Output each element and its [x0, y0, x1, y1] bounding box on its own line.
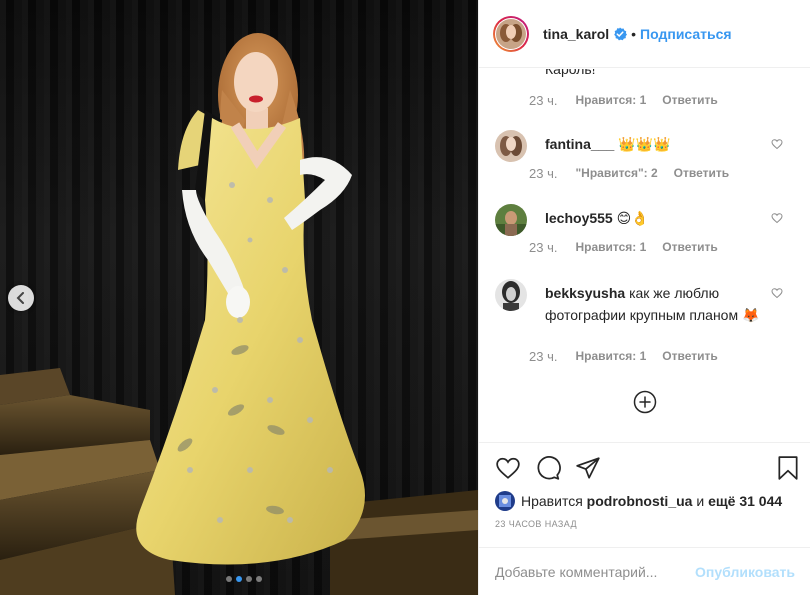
follow-button[interactable]: Подписаться [640, 26, 732, 42]
liked-conj: и [696, 493, 705, 509]
comment-time: 23 ч. [529, 166, 558, 181]
comment-text: 😊👌 [616, 210, 649, 226]
post-comment-button[interactable]: Опубликовать [695, 564, 795, 580]
comment-time: 23 ч. [529, 349, 558, 364]
author-username[interactable]: tina_karol [543, 26, 609, 42]
comment-likes[interactable]: Нравится: 1 [575, 349, 646, 364]
liked-by: Нравится podrobnosti_ua и ещё 31 044 [495, 491, 782, 511]
comment-username[interactable]: bekksyusha [545, 285, 625, 301]
comment-reply-button[interactable]: Ответить [662, 240, 717, 255]
heart-icon[interactable] [771, 212, 783, 224]
comment-likes[interactable]: Нравится: 1 [575, 240, 646, 255]
carousel-dot [226, 576, 232, 582]
author-avatar[interactable] [493, 15, 529, 52]
comment-meta: 23 ч. Нравится: 1 Ответить [529, 93, 718, 108]
post-side-panel: tina_karol • Подписаться Кароль! 23 ч. Н… [478, 0, 810, 595]
comment-meta: 23 ч. "Нравится": 2 Ответить [529, 166, 729, 181]
comment-body: lechoy555 😊👌 [545, 207, 765, 229]
comment-likes[interactable]: "Нравится": 2 [575, 166, 657, 181]
comment-meta: 23 ч. Нравится: 1 Ответить [529, 349, 718, 364]
verified-icon [614, 27, 628, 40]
avatar[interactable] [495, 204, 527, 236]
carousel-dot-active [236, 576, 242, 582]
liked-prefix: Нравится [521, 493, 583, 509]
bookmark-icon[interactable] [775, 455, 801, 481]
carousel-dot [256, 576, 262, 582]
comment-username[interactable]: fantina___ [545, 136, 614, 152]
liked-username[interactable]: podrobnosti_ua [587, 493, 693, 509]
avatar[interactable] [495, 491, 515, 511]
post-actions [479, 442, 810, 486]
carousel-prev-button[interactable] [8, 285, 34, 311]
avatar-image [495, 130, 527, 162]
avatar-image [495, 491, 515, 511]
heart-icon[interactable] [771, 287, 783, 299]
plus-circle-icon[interactable] [633, 390, 657, 414]
carousel-dots [226, 576, 262, 582]
comments-list[interactable]: Кароль! 23 ч. Нравится: 1 Ответить fanti… [479, 69, 810, 441]
comment-body: bekksyusha как же люблю фотографии крупн… [545, 282, 765, 326]
avatar[interactable] [495, 130, 527, 162]
heart-icon[interactable] [495, 455, 521, 481]
comment-composer: Опубликовать [479, 547, 810, 595]
comment-time: 23 ч. [529, 93, 558, 108]
partial-comment-text: Кароль! [545, 69, 596, 77]
header-separator: • [631, 25, 637, 42]
comment-reply-button[interactable]: Ответить [662, 93, 717, 108]
avatar-image [495, 204, 527, 236]
comment-reply-button[interactable]: Ответить [662, 349, 717, 364]
chevron-left-icon [16, 292, 24, 304]
share-icon[interactable] [575, 455, 601, 481]
carousel-dot [246, 576, 252, 582]
liked-count[interactable]: ещё 31 044 [708, 493, 782, 509]
comment-username[interactable]: lechoy555 [545, 210, 613, 226]
comment-meta: 23 ч. Нравится: 1 Ответить [529, 240, 718, 255]
post-photo[interactable] [0, 0, 478, 595]
comment-body: fantina___ 👑👑👑 [545, 133, 765, 155]
avatar-image [495, 279, 527, 311]
comment-time: 23 ч. [529, 240, 558, 255]
post-timestamp[interactable]: 23 часов назад [495, 519, 577, 529]
avatar[interactable] [495, 279, 527, 311]
comment-icon[interactable] [535, 455, 561, 481]
post-header: tina_karol • Подписаться [479, 0, 810, 68]
comment-input[interactable] [495, 563, 696, 580]
comment-text: 👑👑👑 [618, 136, 671, 152]
photo-scene [0, 33, 478, 595]
comment-reply-button[interactable]: Ответить [674, 166, 729, 181]
comment-likes[interactable]: Нравится: 1 [575, 93, 646, 108]
author-avatar-image [496, 18, 526, 49]
heart-icon[interactable] [771, 138, 783, 150]
